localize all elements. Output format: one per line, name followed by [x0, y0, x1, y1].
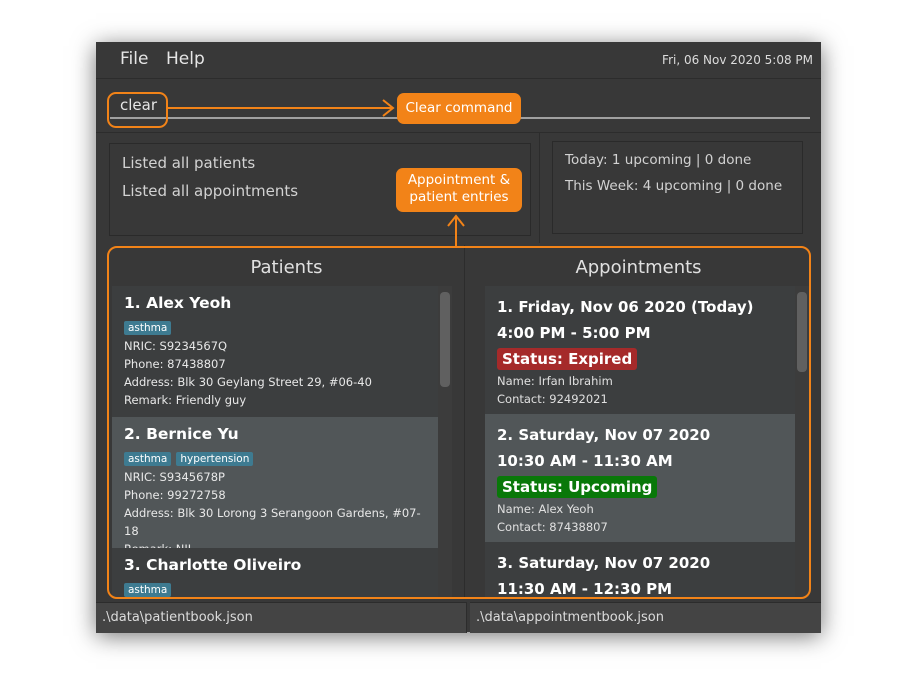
menu-bar: File Help Fri, 06 Nov 2020 5:08 PM	[96, 42, 821, 79]
patient-name: 2. Bernice Yu	[124, 425, 239, 443]
patients-file-path-text: .\data\patientbook.json	[102, 610, 253, 625]
appointment-date: 2. Saturday, Nov 07 2020	[497, 426, 711, 444]
appointment-time: 11:30 AM - 12:30 PM	[497, 580, 673, 597]
patient-card[interactable]: 3. Charlotte Oliveiro asthma	[112, 548, 438, 597]
stats-today: Today: 1 upcoming | 0 done	[565, 152, 752, 168]
patient-nric: NRIC: S9234567Q	[124, 339, 228, 353]
appointments-file-path: .\data\appointmentbook.json	[470, 602, 821, 633]
tag-badge: asthma	[124, 321, 172, 335]
appointments-list[interactable]: 1. Friday, Nov 06 2020 (Today) 4:00 PM -…	[485, 286, 795, 597]
patient-remark: Remark: Friendly guy	[124, 393, 247, 407]
patients-list[interactable]: 1. Alex Yeoh asthma NRIC: S9234567Q Phon…	[112, 286, 438, 597]
patients-panel-title: Patients	[250, 257, 323, 278]
appointment-date: 3. Saturday, Nov 07 2020	[497, 554, 711, 572]
tag-badge: asthma	[124, 452, 172, 466]
patient-card[interactable]: 1. Alex Yeoh asthma NRIC: S9234567Q Phon…	[112, 286, 438, 417]
annotation-label-clear-command: Clear command	[397, 93, 521, 124]
appointment-contact: Contact: 92492021	[497, 392, 608, 406]
appointment-contact: Contact: 87438807	[497, 520, 608, 534]
patient-name: 3. Charlotte Oliveiro	[124, 556, 302, 574]
tag-badge: asthma	[124, 583, 172, 597]
appointment-card[interactable]: 1. Friday, Nov 06 2020 (Today) 4:00 PM -…	[485, 286, 795, 414]
result-line: Listed all patients	[122, 154, 256, 172]
appointments-panel-title: Appointments	[575, 257, 702, 278]
annotation-label-line: Appointment &	[407, 172, 511, 188]
patient-phone: Phone: 87438807	[124, 357, 226, 371]
appointment-time: 10:30 AM - 11:30 AM	[497, 452, 673, 470]
status-badge: Status: Expired	[497, 348, 638, 370]
appointment-card[interactable]: 2. Saturday, Nov 07 2020 10:30 AM - 11:3…	[485, 414, 795, 542]
menu-file[interactable]: File	[120, 49, 148, 69]
patient-address: Address: Blk 30 Geylang Street 29, #06-4…	[124, 375, 372, 389]
annotation-label-line: patient entries	[409, 189, 509, 205]
status-badge: Status: Upcoming	[497, 476, 658, 498]
appointments-scrollbar[interactable]	[795, 286, 809, 597]
appointment-time: 4:00 PM - 5:00 PM	[497, 324, 651, 342]
appointments-file-path-text: .\data\appointmentbook.json	[476, 610, 664, 625]
patient-address: Address: Blk 30 Lorong 3 Serangoon Garde…	[124, 506, 421, 538]
appointment-patient-name: Name: Alex Yeoh	[497, 502, 594, 516]
appointment-date: 1. Friday, Nov 06 2020 (Today)	[497, 298, 754, 316]
menu-help[interactable]: Help	[166, 49, 205, 69]
annotation-label-entries: Appointment & patient entries	[396, 168, 522, 212]
patient-nric: NRIC: S9345678P	[124, 470, 225, 484]
stats-week: This Week: 4 upcoming | 0 done	[565, 178, 783, 194]
appointment-card[interactable]: 3. Saturday, Nov 07 2020 11:30 AM - 12:3…	[485, 542, 795, 597]
app-window: File Help Fri, 06 Nov 2020 5:08 PM Liste…	[96, 42, 821, 633]
tag-badge: hypertension	[176, 452, 254, 466]
patients-panel: Patients 1. Alex Yeoh asthma NRIC: S9234…	[109, 245, 465, 599]
result-line: Listed all appointments	[122, 182, 299, 200]
patients-file-path: .\data\patientbook.json	[96, 602, 467, 633]
stats-pane: Today: 1 upcoming | 0 done This Week: 4 …	[543, 133, 821, 243]
patient-card[interactable]: 2. Bernice Yu asthma hypertension NRIC: S…	[112, 417, 438, 556]
patient-phone: Phone: 99272758	[124, 488, 226, 502]
stats-display: Today: 1 upcoming | 0 done This Week: 4 …	[552, 141, 803, 234]
scrollbar-thumb[interactable]	[440, 292, 450, 387]
patient-name: 1. Alex Yeoh	[124, 294, 232, 312]
scrollbar-thumb[interactable]	[797, 292, 807, 372]
appointment-patient-name: Name: Irfan Ibrahim	[497, 374, 613, 388]
clock: Fri, 06 Nov 2020 5:08 PM	[662, 53, 813, 67]
patients-scrollbar[interactable]	[438, 286, 452, 597]
appointments-panel: Appointments 1. Friday, Nov 06 2020 (Tod…	[470, 245, 809, 599]
